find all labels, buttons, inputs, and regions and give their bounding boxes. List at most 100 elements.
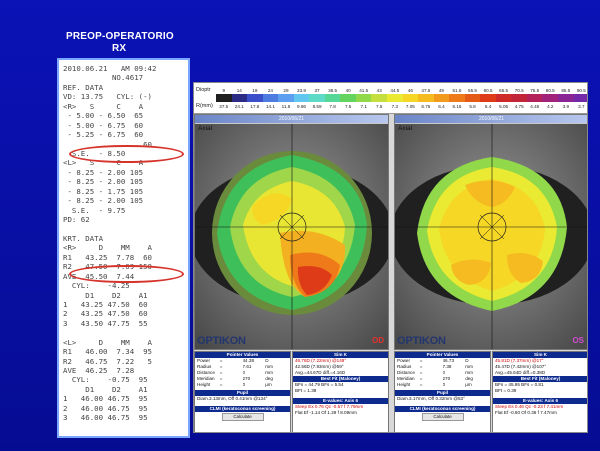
pointer-row: Height = 0 μm xyxy=(395,382,490,388)
highlight-ring-cyl xyxy=(69,265,184,283)
dioptr-value: 49 xyxy=(438,87,444,93)
receipt-line: 1 46.00 46.75 95 xyxy=(63,394,148,404)
color-swatch xyxy=(355,94,372,102)
color-swatch xyxy=(511,94,527,102)
pointer-row: Height = 0 μm xyxy=(195,382,290,388)
color-swatch xyxy=(231,94,248,102)
receipt-line: KRT. DATA xyxy=(63,233,104,243)
rmm-value: 24.1 xyxy=(234,103,244,109)
rmm-value: 5.4 xyxy=(484,103,492,109)
map-left-axial-label: Axial xyxy=(198,125,213,132)
color-swatch xyxy=(526,94,543,102)
rmm-value: 9.96 xyxy=(297,103,306,109)
color-swatch xyxy=(449,94,465,102)
receipt-line: 2 43.25 47.50 60 xyxy=(63,309,148,319)
bestfit-row-2: BFt = 0.39 xyxy=(495,388,517,393)
color-swatch xyxy=(495,94,512,102)
highlight-ring-se xyxy=(69,145,184,163)
map-right: 2010/06/21 Axial OPTIKON OS xyxy=(394,114,587,350)
receipt-line: CYL: -0.75 95 xyxy=(63,375,148,385)
rmm-value: 8.59 xyxy=(312,103,322,109)
receipt-line: S.E. - 9.75 xyxy=(63,205,126,215)
receipt-line: PD: 62 xyxy=(63,215,90,224)
color-swatch xyxy=(387,94,403,102)
receipt-line: - 8.25 - 1.75 105 xyxy=(63,186,144,196)
dioptr-value: 55.5 xyxy=(468,87,477,93)
pointer-cell: μm xyxy=(265,382,272,387)
rmm-value: 37.5 xyxy=(219,103,229,109)
calculate-button[interactable]: Calculate xyxy=(221,413,264,421)
receipt-line: - 8.25 - 2.00 105 xyxy=(63,167,144,177)
rmm-value: 6.75 xyxy=(421,103,431,109)
dioptr-value: 51.6 xyxy=(452,87,462,93)
receipt-lines: 2010.06.21 AM 09:42 NO.4617 REF. DATA VD: … xyxy=(63,64,186,423)
color-swatch xyxy=(418,94,434,102)
rmm-value: 6.15 xyxy=(452,103,462,109)
left-eye-map xyxy=(195,124,388,349)
receipt-line: - 8.25 - 2.00 105 xyxy=(63,177,144,187)
pointer-cell: = xyxy=(219,382,223,387)
rmm-value: 4.2 xyxy=(547,103,554,109)
receipt-line: R1 46.00 7.34 95 xyxy=(63,347,152,357)
receipt-line: D1 D2 A1 xyxy=(63,290,148,300)
dioptr-value: 65.5 xyxy=(499,87,509,93)
simk-left: Sim K 46.76D (7.22mm) @149° 42.56D (7.93… xyxy=(292,351,389,432)
color-scale: Dioptr R(mm) 9 14 19 24 29 33.9 37 38.5 40 41.5 43… xyxy=(194,83,587,114)
dioptr-value: 90.5 xyxy=(576,87,586,93)
color-swatch xyxy=(340,94,356,102)
slide-subtitle: RX xyxy=(112,43,127,54)
map-left: 2010/06/21 Axial OPTIKON OD xyxy=(194,114,389,350)
receipt-line: R1 43.25 7.78 60 xyxy=(63,252,152,262)
evalues-row-2: Flat Ef -0.60 Of 0.36 f 7.47mm xyxy=(495,410,557,415)
color-swatch xyxy=(433,94,450,102)
dioptr-value: 33.9 xyxy=(297,87,306,93)
color-swatch xyxy=(371,94,388,102)
dioptr-value: 29 xyxy=(283,87,289,93)
right-eye-map xyxy=(395,124,587,349)
color-swatch xyxy=(293,94,310,102)
receipt-line: R2 46.75 7.22 5 xyxy=(63,356,152,366)
receipt-line: - 5.00 - 6.50 65 xyxy=(63,111,144,121)
refraction-receipt: 2010.06.21 AM 09:42 NO.4617 REF. DATA VD: … xyxy=(57,58,190,438)
dioptr-value: 44.5 xyxy=(390,87,400,93)
receipt-line: 1 43.25 47.50 60 xyxy=(63,299,148,309)
receipt-line: REF. DATA xyxy=(63,82,104,92)
color-swatch xyxy=(309,94,325,102)
rmm-value: 7.05 xyxy=(405,103,415,109)
dioptr-label: Dioptr xyxy=(196,87,211,93)
pointer-cell: 0 xyxy=(442,382,446,387)
receipt-line: 2 46.00 46.75 95 xyxy=(63,403,148,413)
color-swatch xyxy=(216,94,232,102)
dioptr-value: 38.5 xyxy=(328,87,338,93)
calculate-button[interactable]: Calculate xyxy=(421,413,464,421)
dioptr-value: 40 xyxy=(345,87,351,93)
rmm-value: 4.45 xyxy=(530,103,540,109)
map-right-axial-label: Axial xyxy=(398,125,413,132)
receipt-line: D1 D2 A1 xyxy=(63,384,148,394)
receipt-line: NO.4617 xyxy=(63,73,144,83)
eye-label-od: OD xyxy=(372,336,384,345)
receipt-line: VD: 13.75 CYL: (-) xyxy=(63,92,152,102)
pointer-values-right: Pointer Values Power = 46.73 D Radius = 7.38 mm… xyxy=(394,351,491,432)
rmm-value: 7.1 xyxy=(360,103,367,109)
rmm-cells: 37.5 24.1 17.8 14.1 11.6 9.96 8.59 7.8 7.5 7.1 7.5… xyxy=(216,102,587,110)
receipt-line: AVE 46.25 7.28 xyxy=(63,366,135,375)
rmm-value: 7.3 xyxy=(391,103,398,109)
dioptr-value: 37 xyxy=(314,87,320,93)
color-swatch xyxy=(542,94,559,102)
pointer-values-left: Pointer Values Power = 44.38 D Radius = 7.61 mm… xyxy=(194,351,291,432)
rmm-value: 5.8 xyxy=(469,103,476,109)
rmm-value: 3.9 xyxy=(562,103,569,109)
receipt-line: - 8.25 - 2.00 105 xyxy=(63,196,144,206)
rmm-value: 4.75 xyxy=(514,103,524,109)
color-swatch xyxy=(278,94,294,102)
color-swatch xyxy=(558,94,574,102)
color-swatch xyxy=(262,94,279,102)
simk-right: Sim K 45.81D (7.37mm) @17° 45.47D (7.42m… xyxy=(492,351,587,432)
receipt-line: <R> D MM A xyxy=(63,243,152,253)
dioptr-value: 14 xyxy=(236,87,242,93)
topography-window: Dioptr R(mm) 9 14 19 24 29 33.9 37 38.5 40 41.5 43… xyxy=(193,82,588,433)
receipt-line: 2010.06.21 AM 09:42 xyxy=(63,64,157,73)
color-swatches xyxy=(216,94,587,102)
optikon-logo-left: OPTIKON xyxy=(197,335,246,347)
